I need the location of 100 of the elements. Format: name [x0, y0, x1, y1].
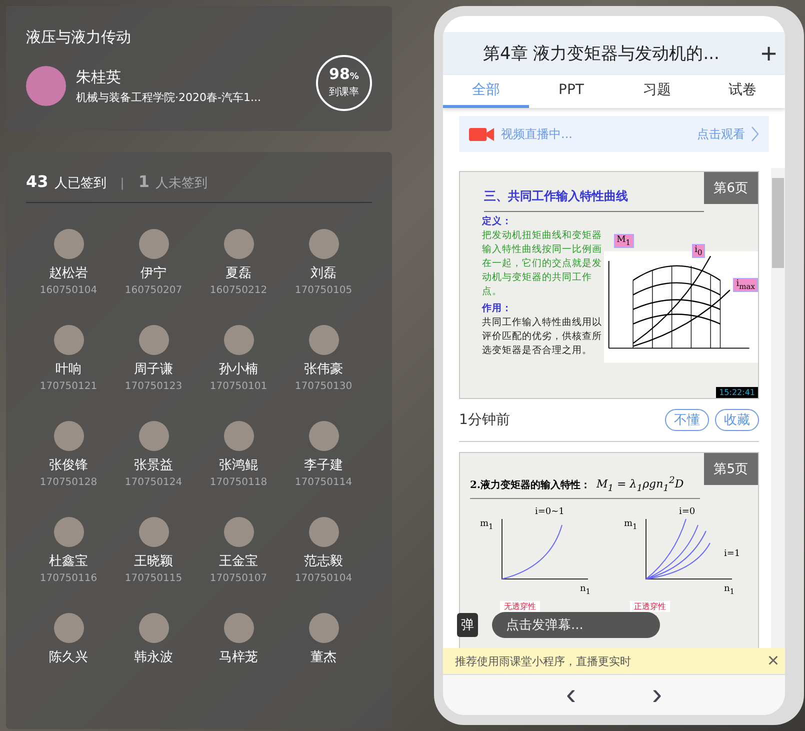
student-avatar	[54, 325, 84, 355]
slide-title: 2.液力变矩器的输入特性：	[470, 478, 590, 492]
student-avatar	[224, 421, 254, 451]
next-button[interactable]: ›	[644, 680, 670, 710]
live-status: 视频直播中...	[501, 126, 574, 142]
unsigned-label: 人未签到	[155, 175, 208, 192]
student-avatar	[54, 229, 84, 259]
teacher-name: 朱桂英	[76, 68, 122, 86]
slide-text: 把发动机扭矩曲线和变矩器输入特性曲线按同一比例画在一起，它们的交点就是发动机与变矩器的共同工作点。	[482, 229, 603, 299]
signed-count: 43	[26, 172, 48, 191]
student-id: 160750104	[40, 285, 98, 296]
rate-value: 98%	[329, 67, 359, 82]
chart-label: i$_{0}$	[692, 244, 706, 258]
student-id: 170750115	[124, 573, 182, 584]
slide-heading: 定义：	[482, 215, 513, 229]
axis-label: n$_{1}$	[580, 584, 591, 596]
student-name: 张俊锋	[49, 457, 88, 474]
student-id: 170750114	[294, 477, 352, 488]
student-name: 赵松岩	[49, 265, 88, 282]
student-id: 160750207	[124, 285, 182, 296]
time-ago: 1分钟前	[459, 411, 511, 429]
student-name: 王晓颖	[134, 553, 173, 570]
slide-text: 共同工作输入特性曲线用以评价匹配的优劣，供核查所选变矩器是否合理之用。	[482, 316, 603, 358]
axis-label: m$_{1}$	[480, 518, 494, 531]
student-name: 董杰	[310, 649, 336, 666]
student-avatar	[138, 229, 168, 259]
tab[interactable]: 习题	[614, 75, 700, 108]
student-name: 范志毅	[304, 553, 343, 570]
slide-note: 正透穿性	[630, 600, 670, 612]
student-avatar	[308, 421, 338, 451]
clock-display: 15:22:41	[716, 387, 758, 398]
curve-label: i=0	[679, 506, 696, 517]
tab[interactable]: 试卷	[700, 75, 785, 108]
student-avatar	[224, 325, 254, 355]
student-avatar	[308, 613, 338, 643]
student-id: 170750121	[40, 381, 98, 392]
student-id: 170750105	[294, 285, 352, 296]
separator: |	[120, 176, 124, 190]
rate-label: 到课率	[329, 86, 359, 99]
student-avatar	[308, 517, 338, 547]
student-avatar	[308, 325, 338, 355]
axis-label: n$_{1}$	[724, 584, 735, 596]
close-button[interactable]: ×	[767, 651, 779, 671]
add-button[interactable]: +	[752, 38, 785, 70]
slide-title: 三、共同工作输入特性曲线	[484, 188, 704, 212]
student-avatar	[224, 613, 254, 643]
signed-label: 人已签到	[54, 175, 106, 192]
slide-card[interactable]: 第6页 三、共同工作输入特性曲线 定义： 把发动机扭矩曲线和变矩器输入特性曲线按同一比例画在一起，它们的交点就是发动机与变矩器的共同工作点。 作用： 共同工作输入特性曲线用以评价匹配的优劣，供核查所选变矩器是否合理之用。 M$_{1}$ i$_{0}$ i$_{max}$ 15:22:41	[459, 171, 759, 399]
curve-label: i=0~1	[535, 506, 564, 517]
student-name: 夏磊	[226, 265, 252, 282]
slide-heading: 作用：	[482, 302, 513, 316]
student-name: 韩永波	[134, 649, 173, 666]
chart-label: M$_{1}$	[614, 234, 634, 248]
student-id: 170750128	[40, 477, 98, 488]
student-avatar	[224, 229, 254, 259]
student-name: 张伟豪	[304, 361, 343, 378]
student-avatar	[54, 421, 84, 451]
danmaku-toggle[interactable]: 弹	[457, 613, 478, 637]
student-id: 170750101	[210, 381, 268, 392]
student-avatar	[54, 613, 84, 643]
student-id: 170750130	[294, 381, 352, 392]
page-badge: 第6页	[704, 172, 758, 204]
danmaku-input[interactable]: 点击发弹幕...	[492, 612, 660, 638]
student-name: 马梓茏	[219, 649, 258, 666]
student-avatar	[224, 517, 254, 547]
student-id: 170750107	[210, 573, 268, 584]
tab[interactable]: PPT	[528, 75, 614, 108]
student-name: 孙小楠	[219, 361, 258, 378]
unsigned-count: 1	[138, 172, 150, 191]
student-name: 张景益	[134, 457, 173, 474]
student-name: 刘磊	[310, 265, 336, 282]
student-name: 叶响	[56, 361, 82, 378]
student-id: 170750116	[40, 573, 98, 584]
tip-text: 推荐使用雨课堂小程序，直播更实时	[455, 654, 631, 668]
student-name: 陈久兴	[49, 649, 88, 666]
class-info: 机械与装备工程学院·2020春-汽车1...	[76, 90, 262, 104]
student-name: 李子建	[304, 457, 343, 474]
student-id: 170750104	[294, 573, 352, 584]
curve-label: i=1	[724, 548, 740, 559]
student-avatar	[138, 517, 168, 547]
student-name: 伊宁	[140, 265, 166, 282]
course-title: 液压与液力传动	[26, 28, 132, 47]
student-id: 170750123	[124, 381, 182, 392]
student-name: 周子谦	[134, 361, 173, 378]
chapter-title: 第4章 液力变矩器与发动机的...	[483, 43, 720, 65]
video-camera-icon	[469, 126, 495, 142]
axis-label: m$_{1}$	[624, 518, 638, 531]
teacher-avatar	[26, 66, 66, 106]
formula: M$_{1}$ = λ$_{1}$ρgn$_{1}$$^{2}$D	[596, 475, 684, 494]
student-id: 170750118	[210, 477, 268, 488]
student-id: 170750124	[124, 477, 182, 488]
chart-label: i$_{max}$	[733, 278, 758, 292]
chevron-right-icon	[751, 126, 759, 142]
student-avatar	[308, 229, 338, 259]
student-avatar	[138, 421, 168, 451]
student-avatar	[138, 613, 168, 643]
student-id: 160750212	[210, 285, 268, 296]
student-name: 王金宝	[219, 553, 258, 570]
previous-button[interactable]: ‹	[558, 680, 584, 710]
student-name: 杜鑫宝	[49, 553, 88, 570]
